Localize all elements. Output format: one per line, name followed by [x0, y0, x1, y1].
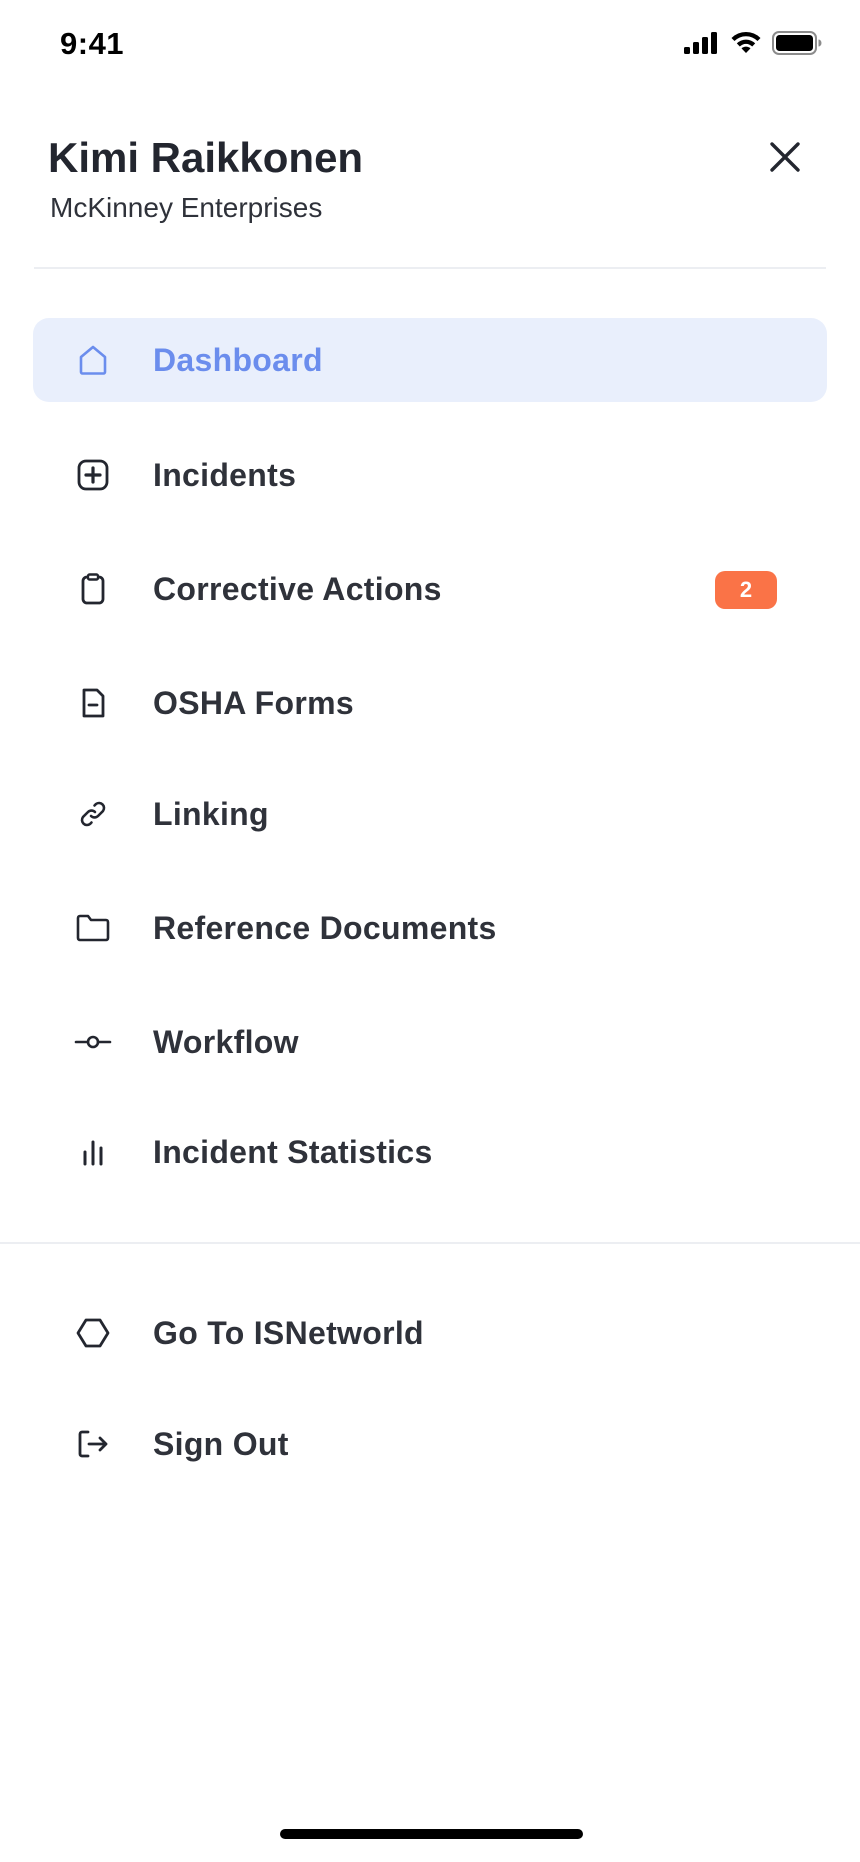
menu-item-workflow[interactable]: Workflow: [33, 1000, 827, 1084]
section-divider: [0, 1242, 860, 1244]
user-name: Kimi Raikkonen: [48, 134, 364, 181]
clipboard-icon: [51, 547, 135, 631]
menu-item-label: Incident Statistics: [153, 1133, 433, 1170]
menu-item-linking[interactable]: Linking: [33, 772, 827, 856]
menu-item-corrective-actions[interactable]: Corrective Actions 2: [33, 547, 827, 631]
plus-square-icon: [51, 433, 135, 517]
battery-icon: [772, 31, 822, 55]
organization-name: McKinney Enterprises: [50, 192, 323, 223]
notification-badge: 2: [715, 571, 777, 609]
cellular-signal-icon: [684, 32, 717, 54]
wifi-icon: [731, 31, 761, 53]
home-indicator[interactable]: [280, 1829, 583, 1839]
menu-item-reference-documents[interactable]: Reference Documents: [33, 886, 827, 970]
close-button[interactable]: [758, 130, 812, 184]
status-time: 9:41: [60, 26, 125, 61]
header-divider: [34, 267, 826, 269]
bar-chart-icon: [51, 1110, 135, 1194]
menu-item-label: Incidents: [153, 456, 297, 493]
menu-item-label: OSHA Forms: [153, 684, 354, 721]
home-icon: [51, 318, 135, 402]
status-bar: 9:41: [0, 0, 860, 90]
menu-item-dashboard[interactable]: Dashboard: [33, 318, 827, 402]
menu-item-label: Sign Out: [153, 1425, 289, 1462]
close-icon: [770, 142, 800, 172]
status-icons: [684, 31, 822, 55]
menu-item-incidents[interactable]: Incidents: [33, 433, 827, 517]
menu-item-go-to-isnetworld[interactable]: Go To ISNetworld: [33, 1291, 827, 1375]
commit-icon: [51, 1000, 135, 1084]
menu-item-label: Linking: [153, 795, 269, 832]
link-icon: [51, 772, 135, 856]
drawer-header: Kimi Raikkonen McKinney Enterprises: [0, 90, 860, 270]
folder-icon: [51, 886, 135, 970]
menu-item-osha-forms[interactable]: OSHA Forms: [33, 661, 827, 745]
menu-item-incident-statistics[interactable]: Incident Statistics: [33, 1110, 827, 1194]
menu-item-label: Workflow: [153, 1023, 299, 1060]
menu-item-label: Corrective Actions: [153, 570, 442, 607]
menu-item-label: Go To ISNetworld: [153, 1314, 424, 1351]
menu-item-label: Reference Documents: [153, 909, 497, 946]
menu-item-label: Dashboard: [153, 341, 323, 378]
menu-item-sign-out[interactable]: Sign Out: [33, 1402, 827, 1486]
sign-out-icon: [51, 1402, 135, 1486]
hexagon-icon: [51, 1291, 135, 1375]
document-icon: [51, 661, 135, 745]
